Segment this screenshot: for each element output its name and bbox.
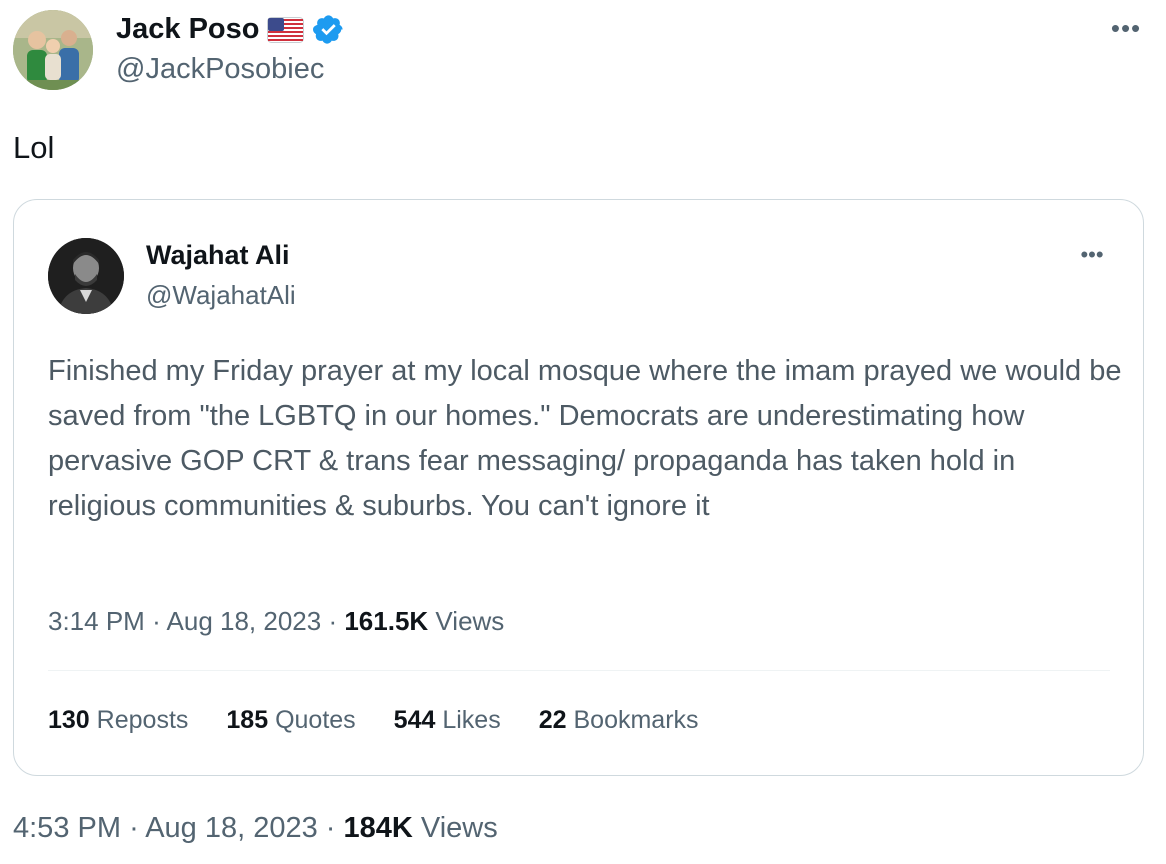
quote-author-name[interactable]: Wajahat Ali [146,240,290,271]
tweet-views-count: 184K [343,812,413,844]
verified-badge-icon[interactable] [312,13,345,46]
quotes-label: Quotes [275,706,356,734]
likes-stat[interactable]: 544 Likes [394,706,501,735]
divider [48,670,1110,671]
quotes-stat[interactable]: 185 Quotes [226,706,355,735]
tweet-text: Lol [13,130,55,165]
avatar-photo-icon [13,10,93,90]
separator-dot: · [129,812,146,844]
bookmarks-label: Bookmarks [573,706,699,734]
quote-time[interactable]: 3:14 PM [48,606,145,636]
quotes-count: 185 [226,706,269,734]
quote-author-handle[interactable]: @WajahatAli [146,280,296,311]
quote-avatar-photo-icon [48,238,124,314]
avatar[interactable] [13,10,93,90]
reposts-label: Reposts [96,706,189,734]
quote-more-icon[interactable]: ••• [1072,242,1112,268]
quote-views-label: Views [435,606,505,636]
tweet-views-label: Views [420,812,498,844]
more-icon[interactable]: ••• [1106,13,1146,43]
bookmarks-count: 22 [538,706,567,734]
quote-text: Finished my Friday prayer at my local mo… [48,355,1122,522]
bookmarks-stat[interactable]: 22 Bookmarks [539,706,699,735]
tweet-screenshot: Jack Poso @JackPosobiec ••• Lol Wajahat … [0,0,1166,864]
quote-avatar[interactable] [48,238,124,314]
tweet-time[interactable]: 4:53 PM [13,812,121,844]
author-name-row[interactable]: Jack Poso [116,13,345,46]
tweet-date[interactable]: Aug 18, 2023 [145,812,318,844]
author-name: Jack Poso [116,13,260,45]
likes-count: 544 [393,706,436,734]
separator-dot: · [328,606,345,636]
likes-label: Likes [442,706,501,734]
us-flag-icon [267,16,305,43]
quote-views-count: 161.5K [344,606,429,636]
quote-timestamp-row: 3:14 PM · Aug 18, 2023 · 161.5K Views [48,606,504,637]
quote-date[interactable]: Aug 18, 2023 [167,606,322,636]
separator-dot: · [152,606,167,636]
author-handle[interactable]: @JackPosobiec [116,53,324,86]
reposts-count: 130 [48,706,90,734]
separator-dot: · [325,812,344,844]
quote-stats-row: 130 Reposts 185 Quotes 544 Likes 22 Book… [48,706,699,735]
reposts-stat[interactable]: 130 Reposts [48,706,188,735]
tweet-timestamp-row: 4:53 PM · Aug 18, 2023 · 184K Views [13,812,498,845]
quoted-tweet-card[interactable]: Wajahat Ali @WajahatAli ••• Finished my … [13,199,1144,776]
